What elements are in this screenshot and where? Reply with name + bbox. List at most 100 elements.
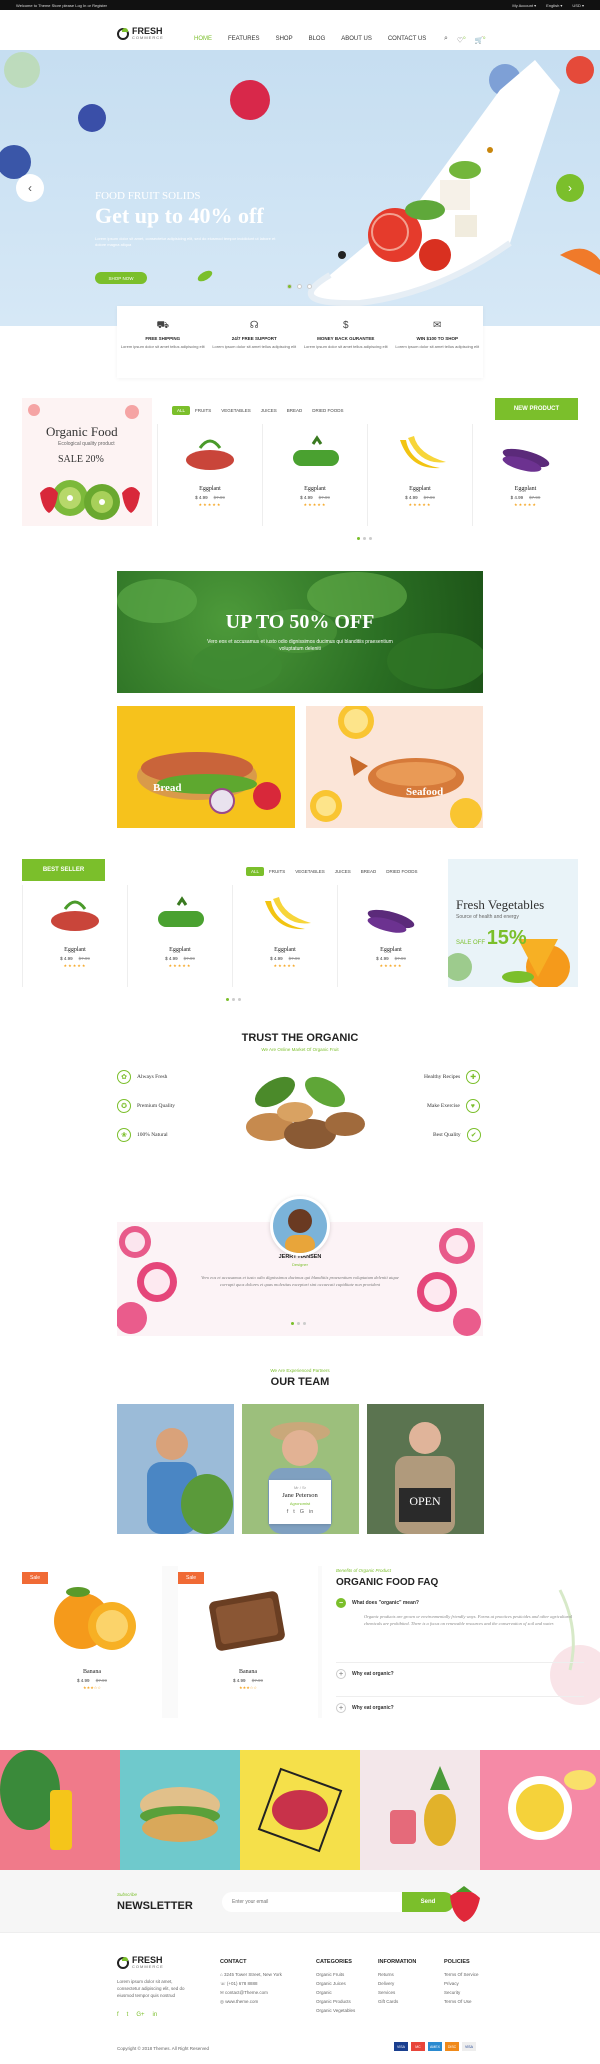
tab-all[interactable]: ALL [246, 867, 265, 876]
gallery-image[interactable] [480, 1750, 600, 1870]
faq-item[interactable]: + Why eat organic? [336, 1696, 584, 1713]
product-card[interactable]: Eggplant $ 4.99 $7.99 ★★★★★ [367, 424, 472, 526]
product-name[interactable]: Eggplant [368, 486, 472, 492]
tab-fruits[interactable]: FRUITS [264, 867, 290, 876]
tab-dried-foods[interactable]: DRIED FOODS [307, 406, 348, 415]
bread-tile[interactable]: Bread [117, 706, 295, 828]
product-name[interactable]: Banana [178, 1669, 318, 1675]
fresh-vegetables-promo[interactable]: Fresh Vegetables Source of health and en… [448, 859, 578, 987]
product-name[interactable]: Eggplant [233, 947, 337, 953]
product-card[interactable]: Eggplant $ 4.99 $7.99 ★★★★★ [337, 885, 444, 987]
product-name[interactable]: Banana [22, 1669, 162, 1675]
product-name[interactable]: Eggplant [128, 947, 232, 953]
account-dropdown[interactable]: My Account ▾ [512, 3, 536, 8]
gallery-image[interactable] [240, 1750, 360, 1870]
hero-prev-arrow[interactable]: ‹ [16, 174, 44, 202]
sale-product-card[interactable]: Sale Banana $ 4.99 $7.99 ★★★☆☆ [22, 1566, 162, 1718]
tab-bread[interactable]: BREAD [282, 406, 308, 415]
faq-item[interactable]: + Why eat organic? [336, 1662, 584, 1679]
linkedin-icon[interactable]: in [153, 2012, 158, 2018]
product-card[interactable]: Eggplant $ 4.99 $7.99 ★★★★★ [22, 885, 127, 987]
page-dot[interactable] [369, 537, 372, 540]
product-card[interactable]: Eggplant $ 4.99 $7.99 ★★★★★ [262, 424, 367, 526]
page-dot[interactable] [238, 998, 241, 1001]
product-card[interactable]: Eggplant $ 4.99 $7.99 ★★★★★ [472, 424, 578, 526]
footer-link[interactable]: Services [378, 1988, 416, 1997]
wishlist-icon[interactable]: ♡0 [457, 35, 466, 44]
seafood-tile[interactable]: Seafood [306, 706, 483, 828]
page-dot[interactable] [297, 1322, 300, 1325]
page-dot[interactable] [357, 537, 360, 540]
tab-vegetables[interactable]: VEGETABLES [290, 867, 329, 876]
shop-now-button[interactable]: SHOP NOW [95, 272, 147, 284]
contact-website[interactable]: ◎ www.theme.com [220, 1997, 282, 2006]
footer-link[interactable]: Organic Vegetables [316, 2006, 355, 2015]
page-dot[interactable] [363, 537, 366, 540]
discount-banner[interactable]: UP TO 50% OFF Vero eos et accusamus et i… [117, 571, 483, 693]
newsletter-email-input[interactable] [222, 1892, 402, 1912]
tab-vegetables[interactable]: VEGETABLES [216, 406, 255, 415]
cart-icon[interactable]: 🛒0 [474, 35, 485, 44]
welcome-text[interactable]: Welcome to Theme Store please Log In or … [16, 3, 107, 8]
tab-dried-foods[interactable]: DRIED FOODS [381, 867, 422, 876]
nav-features[interactable]: FEATURES [220, 36, 268, 42]
nav-blog[interactable]: BLOG [301, 36, 334, 42]
facebook-icon[interactable]: f [117, 2012, 119, 2018]
hero-dot[interactable] [307, 284, 312, 289]
product-name[interactable]: Eggplant [338, 947, 444, 953]
tab-fruits[interactable]: FRUITS [190, 406, 216, 415]
footer-link[interactable]: Organic Fruits [316, 1970, 355, 1979]
nav-contact[interactable]: CONTACT US [380, 36, 434, 42]
product-name[interactable]: Eggplant [473, 486, 578, 492]
gallery-image[interactable] [120, 1750, 240, 1870]
currency-dropdown[interactable]: USD ▾ [572, 3, 584, 8]
page-dot[interactable] [232, 998, 235, 1001]
nav-shop[interactable]: SHOP [268, 36, 301, 42]
product-name[interactable]: Eggplant [158, 486, 262, 492]
team-member-photo[interactable] [117, 1404, 234, 1534]
faq-item-open[interactable]: − What does "organic" mean? Organic prod… [336, 1598, 584, 1627]
hero-dot[interactable] [297, 284, 302, 289]
footer-link[interactable]: Organic Juices [316, 1979, 355, 1988]
footer-link[interactable]: Organic Products [316, 1997, 355, 2006]
hero-next-arrow[interactable]: › [556, 174, 584, 202]
logo[interactable]: FRESH COMMERCE [117, 27, 164, 40]
organic-food-promo[interactable]: Organic Food Ecological quality product … [22, 398, 152, 526]
footer-link[interactable]: Delivery [378, 1979, 416, 1988]
sale-product-card[interactable]: Sale Banana $ 4.99 $7.99 ★★★☆☆ [178, 1566, 318, 1718]
page-dot[interactable] [226, 998, 229, 1001]
footer-link[interactable]: Privacy [444, 1979, 479, 1988]
tab-bread[interactable]: BREAD [356, 867, 382, 876]
contact-email[interactable]: ✉ contact@Theme.com [220, 1988, 282, 1997]
footer-link[interactable]: Returns [378, 1970, 416, 1979]
footer-link[interactable]: Gift Cards [378, 1997, 416, 2006]
footer-link[interactable]: Terms Of Service [444, 1970, 479, 1979]
footer-link[interactable]: Organic [316, 1988, 355, 1997]
product-name[interactable]: Eggplant [263, 486, 367, 492]
twitter-icon[interactable]: t [293, 1509, 295, 1515]
product-name[interactable]: Eggplant [23, 947, 127, 953]
footer-logo[interactable]: FRESH COMMERCE [117, 1956, 164, 1969]
tab-juices[interactable]: JUICES [256, 406, 282, 415]
tab-juices[interactable]: JUICES [330, 867, 356, 876]
product-card[interactable]: Eggplant $ 4.99 $7.99 ★★★★★ [232, 885, 337, 987]
facebook-icon[interactable]: f [287, 1509, 289, 1515]
twitter-icon[interactable]: t [127, 2012, 129, 2018]
language-dropdown[interactable]: English ▾ [546, 3, 562, 8]
page-dot[interactable] [303, 1322, 306, 1325]
footer-link[interactable]: Terms Of Use [444, 1997, 479, 2006]
gallery-image[interactable] [0, 1750, 120, 1870]
tab-all[interactable]: ALL [172, 406, 191, 415]
product-card[interactable]: Eggplant $ 4.99 $7.99 ★★★★★ [157, 424, 262, 526]
team-member-photo[interactable]: OPEN [367, 1404, 484, 1534]
nav-about[interactable]: ABOUT US [333, 36, 380, 42]
googleplus-icon[interactable]: G [300, 1509, 304, 1515]
page-dot[interactable] [291, 1322, 294, 1325]
footer-link[interactable]: Security [444, 1988, 479, 1997]
gallery-image[interactable] [360, 1750, 480, 1870]
linkedin-icon[interactable]: in [309, 1509, 313, 1515]
product-card[interactable]: Eggplant $ 4.99 $7.99 ★★★★★ [127, 885, 232, 987]
search-icon[interactable]: ⌕ [444, 35, 448, 44]
googleplus-icon[interactable]: G+ [136, 2012, 144, 2018]
hero-dot[interactable] [287, 284, 292, 289]
